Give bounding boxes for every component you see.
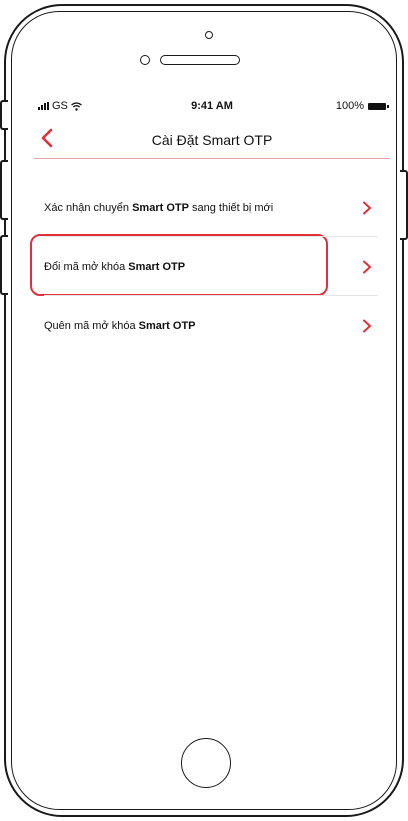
- status-bar: GS 9:41 AM 100%: [34, 100, 390, 116]
- nav-bar: Cài Đặt Smart OTP: [34, 122, 390, 159]
- status-right: 100%: [335, 100, 389, 112]
- battery-icon: [368, 102, 389, 110]
- volume-down-button: [0, 235, 8, 295]
- home-button[interactable]: [181, 738, 231, 788]
- menu-item-label: Xác nhận chuyển Smart OTP sang thiết bị …: [44, 202, 274, 214]
- battery-percent: 100%: [335, 100, 364, 112]
- menu-item-label: Quên mã mở khóa Smart OTP: [44, 320, 196, 332]
- silent-switch: [0, 100, 8, 130]
- divider: [44, 295, 378, 296]
- chevron-right-icon: [363, 319, 371, 333]
- menu-item-label: Đổi mã mở khóa Smart OTP: [44, 261, 186, 273]
- chevron-right-icon: [363, 260, 371, 274]
- divider: [44, 236, 378, 237]
- app-screen: GS 9:41 AM 100% Cài Đặt Smart OTP Xác nh…: [30, 94, 390, 720]
- menu-item-transfer-otp[interactable]: Xác nhận chuyển Smart OTP sang thiết bị …: [44, 180, 378, 236]
- earpiece-speaker: [160, 55, 240, 65]
- menu-item-forgot-pin[interactable]: Quên mã mở khóa Smart OTP: [44, 298, 378, 354]
- page-title: Cài Đặt Smart OTP: [151, 132, 273, 148]
- power-button: [400, 170, 408, 240]
- proximity-sensor: [140, 55, 150, 65]
- chevron-right-icon: [363, 201, 371, 215]
- front-camera: [205, 31, 213, 39]
- volume-up-button: [0, 160, 8, 220]
- menu-item-change-pin[interactable]: Đổi mã mở khóa Smart OTP: [44, 239, 378, 295]
